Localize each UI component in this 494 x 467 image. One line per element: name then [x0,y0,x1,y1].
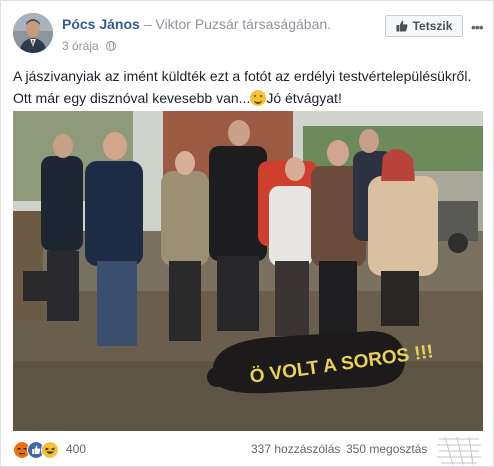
post-text-line-2-end: Jó étvágyat! [266,90,342,106]
author-avatar[interactable] [13,13,53,53]
post-footer: 400 337 hozzászólás 350 megosztás [13,436,483,466]
haha-reaction-icon[interactable] [41,441,59,459]
like-page-label: Tetszik [412,19,453,33]
with-prefix: – [139,16,156,32]
author-name-link[interactable]: Pócs János [62,16,140,32]
post-meta: 3 órája [62,39,117,53]
post-text-line-1: A jászivanyiak az imént küldték ezt a fo… [13,68,472,84]
post-body: A jászivanyiak az imént küldték ezt a fo… [13,65,483,109]
post-header: Pócs János – Viktor Puzsár társaságában. [62,16,331,32]
reaction-count[interactable]: 400 [66,442,86,456]
group-photo-with-pig: Ö VOLT A SOROS !!! [13,111,483,431]
like-page-button[interactable]: Tetszik [385,15,463,37]
smiling-face-emoji-icon [250,90,267,106]
post-photo[interactable]: Ö VOLT A SOROS !!! [13,111,483,431]
globe-icon [106,41,117,51]
more-options-icon[interactable]: ••• [471,19,484,35]
thumbs-up-icon [396,20,408,32]
with-suffix: társaságában. [238,16,332,32]
post-card: Pócs János – Viktor Puzsár társaságában.… [0,0,494,467]
post-text-line-2-start: Ott már egy disznóval kevesebb van... [13,90,251,106]
post-timestamp[interactable]: 3 órája [62,39,99,53]
post-text-line-2: Ott már egy disznóval kevesebb van... Jó … [13,87,483,109]
watermark-logo [437,436,481,466]
avatar-photo [13,13,53,53]
tagged-person-link[interactable]: Viktor Puzsár [155,16,238,32]
shares-count-link[interactable]: 350 megosztás [346,442,427,456]
comments-count-link[interactable]: 337 hozzászólás [251,442,340,456]
